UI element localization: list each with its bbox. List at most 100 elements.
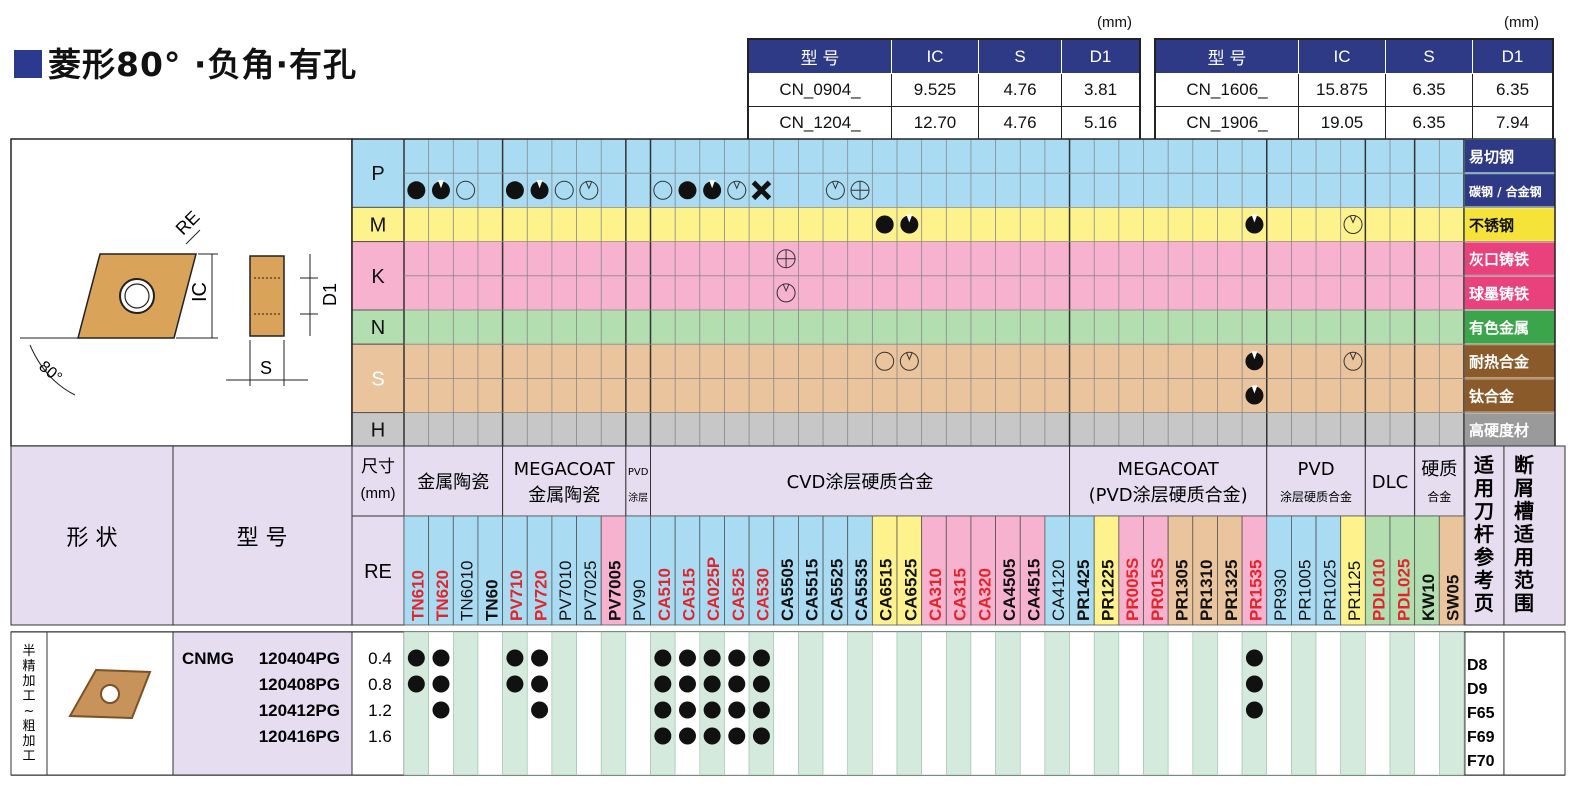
header-size-label: 尺寸 [361,457,395,477]
product-grade-column [1389,631,1415,776]
header-holder-char: 杆 [1474,522,1494,546]
stock-mark [703,675,721,693]
header-chipbreaker-char: 用 [1514,545,1534,569]
stock-mark [432,701,450,719]
grade-name: SW05 [1444,575,1463,621]
product-chipbreaker-cell [1503,631,1566,776]
grade-name: PR1005 [1296,560,1315,621]
grade-name: CA530 [753,568,772,621]
ic-label: IC [189,282,211,302]
product-grade-column [1365,631,1391,776]
application-char: 工 [22,689,35,704]
grade-group-label: PVD [628,467,649,478]
stock-mark [728,727,746,745]
header-chipbreaker-char: 围 [1514,591,1534,615]
grade-name: CA510 [655,568,674,621]
material-label: 不锈钢 [1469,216,1514,234]
grade-name: PR1325 [1222,560,1241,621]
stock-mark [531,675,549,693]
recommendation-mark [875,215,894,234]
grade-name: PDL010 [1370,559,1389,621]
insert-hole-inner [124,283,150,309]
grade-group-cell [1414,445,1465,517]
stock-mark [407,675,425,693]
mark-filled-circle [505,181,524,200]
grade-name: PV7025 [581,561,600,622]
insert-side-view [249,255,285,337]
holder-page-ref: D8 [1467,657,1488,674]
product-grade-column [995,631,1021,776]
grade-name: CA320 [975,568,994,621]
stock-mark [728,649,746,667]
holder-page-ref: D9 [1467,681,1488,698]
stock-mark [407,649,425,667]
material-label: 碳钢 / 合金钢 [1469,184,1542,199]
product-grade-column [1192,631,1218,776]
stock-mark [678,727,696,745]
grade-group-label: PVD [1298,459,1335,480]
grade-group-label: MEGACOAT [514,459,616,480]
grade-name: CA310 [926,568,945,621]
product-grade-column [1291,631,1317,776]
material-label: 易切钢 [1469,148,1514,166]
header-holder-char: 刀 [1474,499,1494,523]
grade-name: TN6010 [458,561,477,621]
product-grade-column [1044,631,1070,776]
material-code-S: S [371,368,384,390]
product-grade-column [822,631,848,776]
grade-name: CA6515 [877,559,896,621]
material-label: 有色金属 [1469,319,1529,337]
holder-page-ref: F65 [1467,705,1495,722]
stock-mark [703,701,721,719]
header-chipbreaker-char: 屑 [1514,476,1534,500]
grade-name: TN620 [433,570,452,621]
material-band-N [352,310,1555,345]
stock-mark [432,649,450,667]
stock-mark [703,727,721,745]
recommendation-mark [776,249,796,269]
grade-name: PR1305 [1172,560,1191,621]
grade-name: PR015S [1148,558,1167,621]
grade-name: CA5505 [778,559,797,621]
stock-mark [506,649,524,667]
grade-name: PR1425 [1074,560,1093,621]
grade-name: PV90 [630,579,649,621]
grade-group-label: 合金 [1427,489,1451,504]
grade-name: PR1125 [1345,561,1364,621]
mark-filled-circle [678,181,697,200]
product-re: 1.6 [368,727,392,746]
grade-group-label: MEGACOAT [1118,459,1220,480]
application-char: 加 [22,674,35,689]
grade-group-label: 金属陶瓷 [417,472,489,493]
header-holder-char: 适 [1474,453,1494,477]
grade-name: PR005S [1123,558,1142,621]
stock-mark [531,701,549,719]
product-grade-column [1439,631,1465,776]
header-chipbreaker-char: 适 [1514,522,1534,546]
holder-page-ref: F69 [1467,729,1495,746]
product-grade-column [625,631,651,776]
stock-mark [703,649,721,667]
grade-name: PV710 [507,570,526,621]
product-grade-column [798,631,824,776]
product-model: 120412PG [259,701,340,720]
material-code-M: M [370,215,387,237]
holder-page-ref: F70 [1467,753,1495,770]
product-re: 0.8 [368,675,392,694]
grade-group-label: (PVD涂层硬质合金) [1089,485,1248,506]
grade-name: PR1535 [1246,560,1265,621]
grade-group-cell [625,445,651,517]
stock-mark [506,675,524,693]
product-grade-column [896,631,922,776]
mark-filled-circle [407,181,426,200]
grade-name: TN610 [408,570,427,621]
grade-name: PDL025 [1394,559,1413,621]
product-grade-column [945,631,972,776]
grade-name: CA4515 [1025,559,1044,621]
stock-mark [654,727,672,745]
stock-mark [752,727,770,745]
d1-label: D1 [320,283,340,306]
grade-name: TN60 [482,579,501,621]
product-grade-column [1143,631,1169,776]
material-code-N: N [371,317,385,339]
